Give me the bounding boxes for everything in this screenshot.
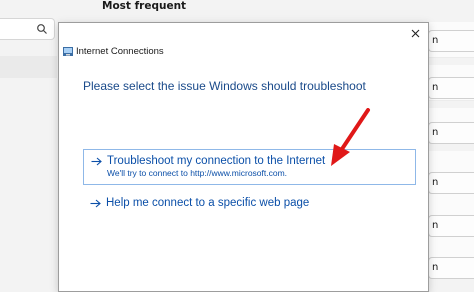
dialog-titlebar: Internet Connections xyxy=(59,23,428,57)
network-icon xyxy=(63,47,73,56)
run-button[interactable]: n xyxy=(428,30,474,52)
arrow-right-icon xyxy=(90,199,101,207)
option-title: Troubleshoot my connection to the Intern… xyxy=(107,155,326,167)
close-icon xyxy=(411,29,419,37)
option-description: We'll try to connect to http://www.micro… xyxy=(107,168,288,178)
instruction-text: Please select the issue Windows should t… xyxy=(83,79,366,93)
arrow-right-icon xyxy=(91,157,102,165)
run-button[interactable]: n xyxy=(428,122,474,144)
run-button[interactable]: n xyxy=(428,257,474,279)
search-box[interactable] xyxy=(0,18,55,40)
close-button[interactable] xyxy=(402,23,428,43)
run-button[interactable]: n xyxy=(428,172,474,194)
option-title: Help me connect to a specific web page xyxy=(106,197,310,209)
run-button[interactable]: n xyxy=(428,77,474,99)
section-heading: Most frequent xyxy=(102,0,187,12)
option-connect-to-web-page[interactable]: Help me connect to a specific web page xyxy=(83,197,416,215)
search-icon xyxy=(37,24,47,34)
dialog-title: Internet Connections xyxy=(76,46,164,57)
red-arrow-annotation xyxy=(331,108,370,166)
run-button[interactable]: n xyxy=(428,215,474,237)
nav-item-selected[interactable] xyxy=(0,56,57,78)
